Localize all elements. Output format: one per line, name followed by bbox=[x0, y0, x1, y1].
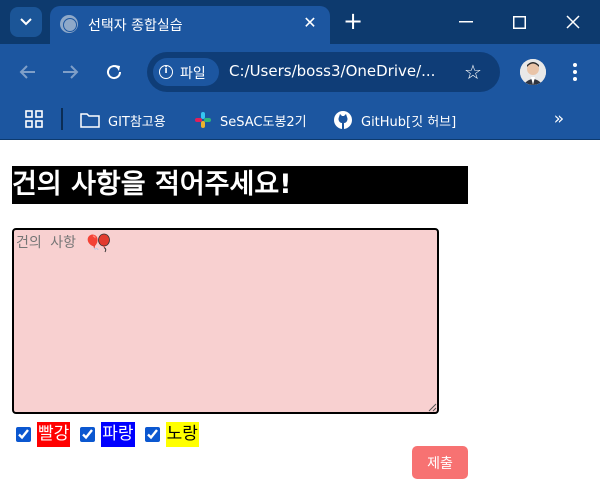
info-icon: i bbox=[159, 65, 173, 79]
apps-grid-icon[interactable] bbox=[24, 109, 44, 129]
bookmark-star-icon[interactable]: ☆ bbox=[461, 58, 485, 86]
browser-menu-button[interactable] bbox=[563, 58, 587, 86]
url-text[interactable]: C:/Users/boss3/OneDrive/... bbox=[229, 62, 435, 80]
tab-strip: 선택자 종합실습 ✕ + bbox=[0, 0, 600, 44]
tab-search-button[interactable] bbox=[10, 7, 42, 37]
bookmarks-overflow-button[interactable]: » bbox=[548, 108, 570, 130]
new-tab-button[interactable]: + bbox=[338, 8, 368, 36]
reload-button[interactable] bbox=[100, 58, 128, 86]
arrow-left-icon bbox=[19, 65, 35, 79]
site-info-label: 파일 bbox=[180, 66, 206, 82]
minimize-button[interactable] bbox=[446, 8, 486, 36]
page-title: 건의 사항을 적어주세요! bbox=[12, 166, 468, 204]
profile-avatar[interactable] bbox=[520, 59, 546, 85]
close-window-icon bbox=[566, 15, 580, 29]
folder-icon bbox=[80, 113, 100, 128]
arrow-right-icon bbox=[63, 65, 79, 79]
close-icon[interactable]: ✕ bbox=[299, 12, 321, 34]
balloon-icon bbox=[98, 233, 110, 253]
color-label-blue: 파랑 bbox=[101, 421, 135, 447]
checkbox-yellow[interactable] bbox=[144, 426, 160, 442]
color-label-red: 빨강 bbox=[37, 421, 71, 447]
reload-icon bbox=[107, 65, 122, 80]
profile-avatar-icon bbox=[520, 59, 546, 85]
submit-button[interactable]: 제출 bbox=[412, 446, 468, 479]
bookmarks-bar: GIT참고용 SeSAC도봉2기 GitHub[깃 허브] » bbox=[0, 100, 600, 140]
tab-title: 선택자 종합실습 bbox=[88, 18, 183, 34]
bookmark-label: GitHub[깃 허브] bbox=[361, 114, 457, 130]
slack-icon bbox=[195, 112, 211, 128]
chevron-down-icon bbox=[20, 18, 32, 26]
bookmarks-separator bbox=[61, 108, 63, 130]
color-label-yellow: 노랑 bbox=[165, 421, 199, 447]
color-options: 빨강 파랑 노랑 bbox=[16, 421, 209, 447]
bookmark-item[interactable]: GitHub[깃 허브] bbox=[333, 108, 456, 132]
bookmark-item[interactable]: SeSAC도봉2기 bbox=[194, 108, 307, 132]
address-bar[interactable]: i 파일 C:/Users/boss3/OneDrive/... ☆ bbox=[147, 52, 500, 92]
github-icon bbox=[334, 111, 352, 129]
maximize-button[interactable] bbox=[499, 8, 539, 36]
site-info-chip[interactable]: i 파일 bbox=[153, 58, 219, 86]
window-close-button[interactable] bbox=[553, 8, 593, 36]
minimize-icon bbox=[459, 21, 473, 23]
browser-toolbar: i 파일 C:/Users/boss3/OneDrive/... ☆ bbox=[0, 44, 600, 100]
globe-icon bbox=[60, 15, 78, 33]
suggestion-textarea[interactable] bbox=[12, 228, 439, 414]
browser-tab[interactable]: 선택자 종합실습 ✕ bbox=[50, 6, 330, 44]
maximize-icon bbox=[512, 15, 526, 29]
bookmark-item[interactable]: GIT참고용 bbox=[80, 108, 166, 132]
bookmark-label: SeSAC도봉2기 bbox=[220, 114, 307, 130]
checkbox-red[interactable] bbox=[16, 426, 31, 442]
resize-handle-icon[interactable] bbox=[428, 403, 437, 412]
more-vert-icon bbox=[573, 63, 577, 81]
back-button[interactable] bbox=[14, 58, 42, 86]
checkbox-blue[interactable] bbox=[80, 426, 96, 442]
forward-button[interactable] bbox=[56, 58, 84, 86]
bookmark-label: GIT참고용 bbox=[108, 114, 166, 130]
